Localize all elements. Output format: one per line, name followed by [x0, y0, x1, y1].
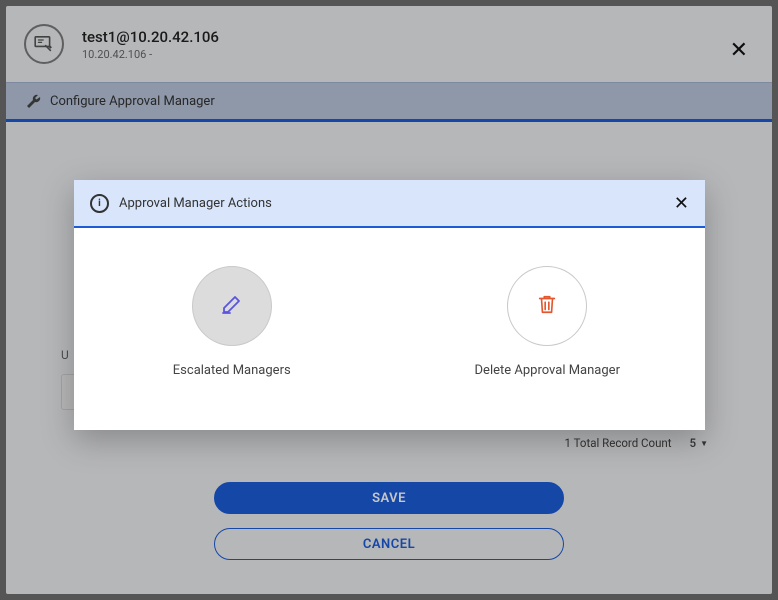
modal-title: Approval Manager Actions — [119, 196, 272, 211]
save-button-label: SAVE — [372, 491, 406, 506]
record-summary-row: 1 Total Record Count 5 ▼ — [565, 436, 708, 450]
configure-title: Configure Approval Manager — [50, 94, 215, 109]
delete-circle — [507, 266, 587, 346]
app-window: test1@10.20.42.106 10.20.42.106 - ✕ Conf… — [6, 6, 772, 594]
session-subtitle: 10.20.42.106 - — [82, 48, 219, 61]
window-header: test1@10.20.42.106 10.20.42.106 - ✕ — [6, 6, 772, 82]
wrench-icon — [26, 93, 42, 109]
escalated-circle — [192, 266, 272, 346]
cancel-button[interactable]: CANCEL — [214, 528, 564, 560]
configure-bar: Configure Approval Manager — [6, 82, 772, 122]
delete-approval-manager-action[interactable]: Delete Approval Manager — [462, 266, 632, 380]
record-count-text: 1 Total Record Count — [565, 436, 672, 450]
modal-body: Escalated Managers Delete Approval Manag… — [74, 228, 705, 380]
escalated-managers-action[interactable]: Escalated Managers — [147, 266, 317, 380]
device-icon — [24, 24, 64, 64]
close-window-button[interactable]: ✕ — [730, 40, 748, 62]
page-size-value: 5 — [690, 436, 697, 450]
info-icon: i — [90, 194, 109, 213]
cancel-button-label: CANCEL — [363, 537, 415, 552]
trash-icon — [536, 293, 558, 319]
form-button-row: SAVE CANCEL — [214, 482, 564, 560]
chevron-down-icon: ▼ — [700, 439, 708, 448]
session-title: test1@10.20.42.106 — [82, 28, 219, 46]
approval-actions-modal: i Approval Manager Actions ✕ Escalated M… — [74, 180, 705, 430]
escalated-label: Escalated Managers — [173, 362, 291, 380]
modal-close-button[interactable]: ✕ — [674, 193, 689, 214]
save-button[interactable]: SAVE — [214, 482, 564, 514]
modal-header: i Approval Manager Actions ✕ — [74, 180, 705, 228]
delete-label: Delete Approval Manager — [475, 362, 620, 380]
edit-icon — [220, 292, 244, 320]
page-size-select[interactable]: 5 ▼ — [690, 436, 708, 450]
